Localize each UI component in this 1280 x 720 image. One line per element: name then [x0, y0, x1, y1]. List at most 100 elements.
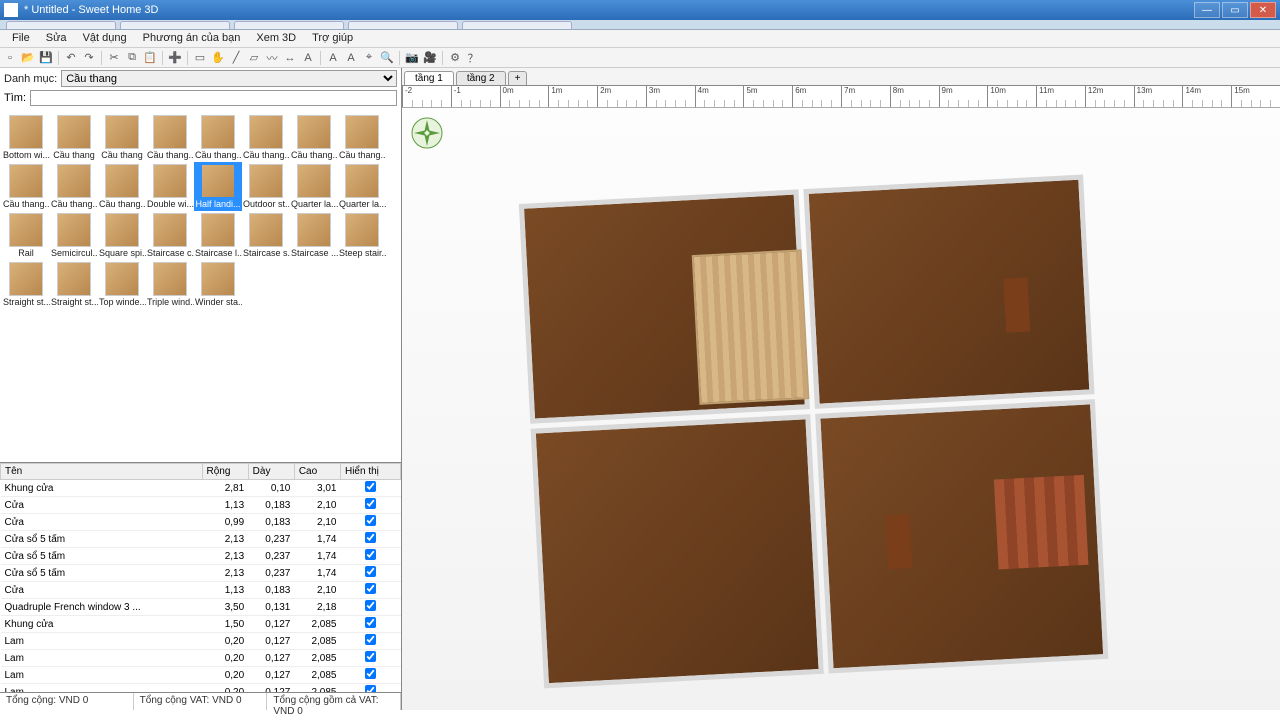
catalog-item[interactable]: Bottom wi... — [2, 113, 50, 162]
visible-checkbox[interactable] — [365, 651, 376, 662]
catalog-item[interactable]: Straight st... — [50, 260, 98, 309]
table-row[interactable]: Khung cửa2,810,103,01 — [1, 480, 401, 497]
visible-checkbox[interactable] — [365, 685, 376, 692]
visible-checkbox[interactable] — [365, 481, 376, 492]
redo-icon[interactable]: ↷ — [81, 50, 97, 66]
visible-checkbox[interactable] — [365, 668, 376, 679]
visible-checkbox[interactable] — [365, 549, 376, 560]
save-icon[interactable]: 💾 — [38, 50, 54, 66]
catalog-item[interactable]: Cầu thang... — [50, 162, 98, 211]
os-tab[interactable] — [348, 21, 458, 29]
help-icon[interactable]: ？ — [465, 50, 481, 66]
os-tab[interactable] — [234, 21, 344, 29]
table-row[interactable]: Cửa0,990,1832,10 — [1, 514, 401, 531]
catalog-item[interactable]: Staircase s... — [242, 211, 290, 260]
catalog-item[interactable]: Quarter la... — [290, 162, 338, 211]
photo-icon[interactable]: 📷 — [404, 50, 420, 66]
tool-icon[interactable]: ⌖ — [361, 50, 377, 66]
catalog-item[interactable]: Staircase l... — [194, 211, 242, 260]
visible-checkbox[interactable] — [365, 600, 376, 611]
wall-tool-icon[interactable]: ╱ — [228, 50, 244, 66]
catalog-item[interactable]: Top winde... — [98, 260, 146, 309]
zoom-in-icon[interactable]: A — [343, 50, 359, 66]
table-row[interactable]: Khung cửa1,500,1272,085 — [1, 616, 401, 633]
table-row[interactable]: Lam0,200,1272,085 — [1, 667, 401, 684]
catalog-item[interactable]: Staircase ... — [290, 211, 338, 260]
menu-file[interactable]: File — [4, 30, 38, 47]
table-row[interactable]: Cửa sổ 5 tấm2,130,2371,74 — [1, 565, 401, 582]
col-header[interactable]: Rộng — [202, 464, 248, 480]
minimize-button[interactable]: — — [1194, 2, 1220, 18]
os-tab[interactable] — [462, 21, 572, 29]
cut-icon[interactable]: ✂ — [106, 50, 122, 66]
close-button[interactable]: ✕ — [1250, 2, 1276, 18]
maximize-button[interactable]: ▭ — [1222, 2, 1248, 18]
plan-tab[interactable]: tầng 2 — [456, 71, 506, 85]
catalog-item[interactable]: Rail — [2, 211, 50, 260]
menu-phương án của bạn[interactable]: Phương án của bạn — [135, 30, 249, 47]
table-row[interactable]: Cửa sổ 5 tấm2,130,2371,74 — [1, 548, 401, 565]
table-row[interactable]: Lam0,200,1272,085 — [1, 684, 401, 693]
catalog-item[interactable]: Cầu thang... — [146, 113, 194, 162]
table-row[interactable]: Cửa1,130,1832,10 — [1, 497, 401, 514]
room-tool-icon[interactable]: ▱ — [246, 50, 262, 66]
catalog-item[interactable]: Cầu thang... — [2, 162, 50, 211]
table-row[interactable]: Lam0,200,1272,085 — [1, 633, 401, 650]
catalog-item[interactable]: Cầu thang... — [338, 113, 386, 162]
video-icon[interactable]: 🎥 — [422, 50, 438, 66]
undo-icon[interactable]: ↶ — [63, 50, 79, 66]
catalog-item[interactable]: Cầu thang — [50, 113, 98, 162]
catalog-item[interactable]: Square spi... — [98, 211, 146, 260]
settings-icon[interactable]: ⚙ — [447, 50, 463, 66]
polyline-tool-icon[interactable]: 〰 — [264, 50, 280, 66]
catalog-item[interactable]: Outdoor st... — [242, 162, 290, 211]
add-level-button[interactable]: + — [508, 71, 528, 85]
find-input[interactable] — [30, 90, 397, 106]
table-row[interactable]: Cửa sổ 5 tấm2,130,2371,74 — [1, 531, 401, 548]
catalog-item[interactable]: Steep stair... — [338, 211, 386, 260]
catalog-item[interactable]: Triple wind... — [146, 260, 194, 309]
visible-checkbox[interactable] — [365, 515, 376, 526]
visible-checkbox[interactable] — [365, 583, 376, 594]
menu-sửa[interactable]: Sửa — [38, 30, 75, 47]
visible-checkbox[interactable] — [365, 617, 376, 628]
table-row[interactable]: Cửa1,130,1832,10 — [1, 582, 401, 599]
viewport-3d[interactable] — [402, 108, 1280, 710]
visible-checkbox[interactable] — [365, 532, 376, 543]
catalog-item[interactable]: Semicircul... — [50, 211, 98, 260]
furniture-catalog[interactable]: Bottom wi...Cầu thangCầu thangCầu thang.… — [0, 109, 401, 462]
catalog-item[interactable]: Straight st... — [2, 260, 50, 309]
catalog-item[interactable]: Double wi... — [146, 162, 194, 211]
catalog-item[interactable]: Staircase c... — [146, 211, 194, 260]
visible-checkbox[interactable] — [365, 498, 376, 509]
plan-tab[interactable]: tầng 1 — [404, 71, 454, 85]
category-select[interactable]: Cầu thang — [61, 70, 397, 87]
catalog-item[interactable]: Winder sta... — [194, 260, 242, 309]
catalog-item[interactable]: Cầu thang — [98, 113, 146, 162]
col-header[interactable]: Tên — [1, 464, 203, 480]
dimension-tool-icon[interactable]: ↔ — [282, 50, 298, 66]
catalog-item[interactable]: Cầu thang... — [290, 113, 338, 162]
col-header[interactable]: Hiển thị — [340, 464, 400, 480]
table-row[interactable]: Lam0,200,1272,085 — [1, 650, 401, 667]
pan-tool-icon[interactable]: ✋ — [210, 50, 226, 66]
visible-checkbox[interactable] — [365, 634, 376, 645]
compass-icon[interactable] — [410, 116, 444, 150]
menu-vật dụng[interactable]: Vật dụng — [75, 30, 135, 47]
furniture-list[interactable]: TênRộngDàyCaoHiển thịKhung cửa2,810,103,… — [0, 462, 401, 692]
catalog-item[interactable]: Cầu thang... — [242, 113, 290, 162]
os-tab[interactable] — [120, 21, 230, 29]
catalog-item[interactable]: Quarter la... — [338, 162, 386, 211]
visible-checkbox[interactable] — [365, 566, 376, 577]
zoom-out-icon[interactable]: A — [325, 50, 341, 66]
catalog-item[interactable]: Cầu thang... — [194, 113, 242, 162]
magnifier-icon[interactable]: 🔍 — [379, 50, 395, 66]
paste-icon[interactable]: 📋 — [142, 50, 158, 66]
menu-trợ giúp[interactable]: Trợ giúp — [304, 30, 361, 47]
catalog-item[interactable]: Half landi... — [194, 162, 242, 211]
text-tool-icon[interactable]: A — [300, 50, 316, 66]
col-header[interactable]: Dày — [248, 464, 294, 480]
select-tool-icon[interactable]: ▭ — [192, 50, 208, 66]
table-row[interactable]: Quadruple French window 3 ...3,500,1312,… — [1, 599, 401, 616]
col-header[interactable]: Cao — [294, 464, 340, 480]
